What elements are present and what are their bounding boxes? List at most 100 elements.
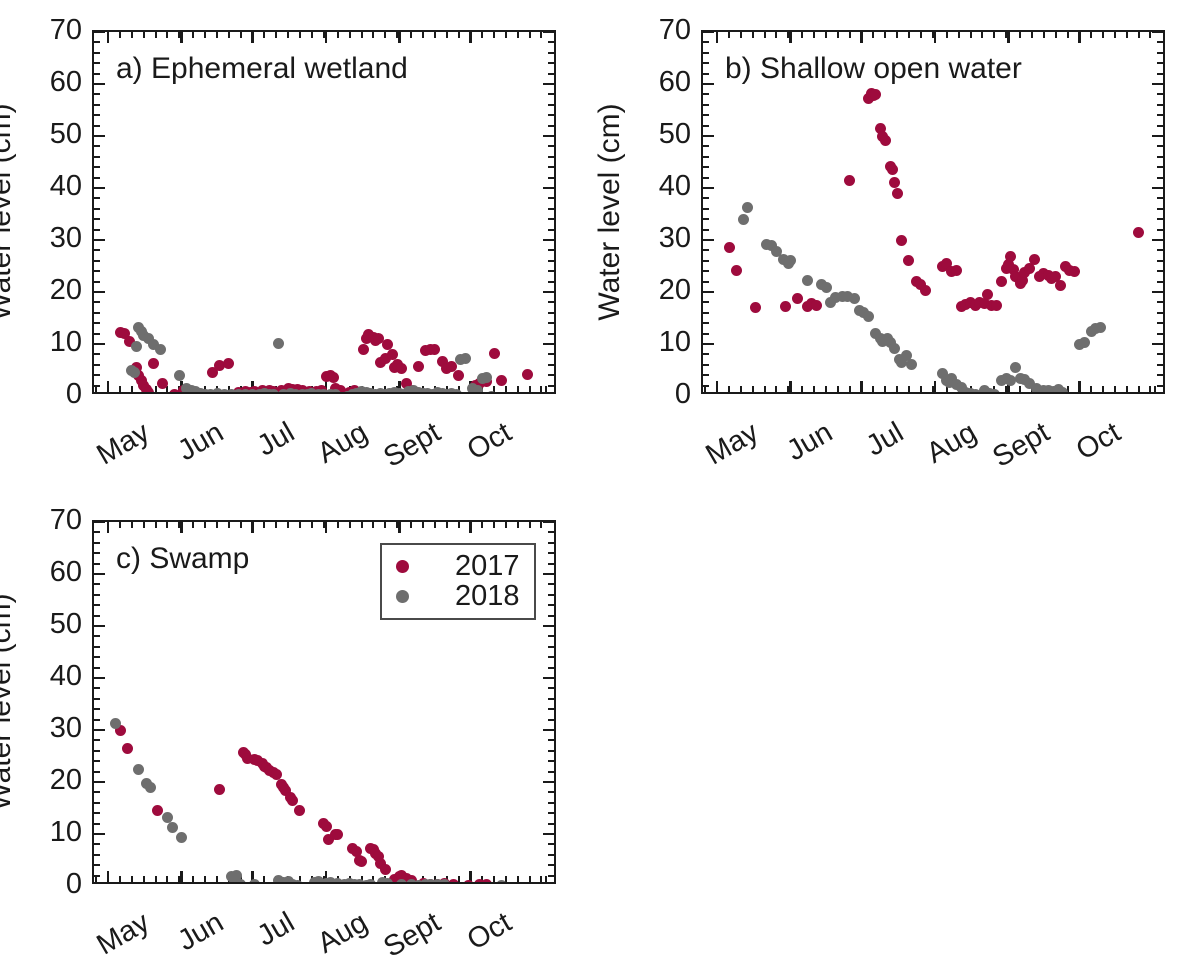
x-axis-tick-label: Jun: [781, 416, 838, 468]
x-axis-major-tick: [180, 871, 183, 882]
x-axis-major-tick: [106, 871, 110, 882]
x-axis-top-minor-tick: [166, 522, 169, 528]
x-axis-top-minor-tick: [1090, 32, 1093, 38]
y-axis-tick-label: 30: [49, 712, 82, 744]
y-axis-right-minor-tick: [1157, 280, 1163, 283]
y-axis-minor-tick: [94, 760, 100, 763]
x-axis-top-major-tick: [860, 32, 863, 43]
y-axis-minor-tick: [94, 562, 100, 565]
data-point-2018: [1078, 337, 1090, 349]
x-axis-minor-tick: [1149, 386, 1152, 392]
y-axis-minor-tick: [94, 666, 100, 669]
data-point-2017: [294, 804, 306, 816]
y-axis-right-minor-tick: [1157, 197, 1163, 200]
y-axis-minor-tick: [94, 708, 100, 711]
x-axis-major-tick: [789, 381, 792, 392]
panel-c-plot-frame: c) Swamp 2017 2018: [92, 520, 556, 884]
y-axis-right-minor-tick: [548, 552, 554, 555]
y-axis-minor-tick: [703, 145, 709, 148]
y-axis-right-minor-tick: [548, 62, 554, 65]
x-axis-top-minor-tick: [493, 32, 496, 38]
y-axis-minor-tick: [703, 228, 709, 231]
data-point-2017: [396, 363, 408, 375]
y-axis-tick-label: 60: [49, 66, 82, 98]
x-axis-minor-tick: [704, 386, 707, 392]
x-axis-tick-label: Oct: [462, 906, 518, 957]
data-point-2017: [792, 292, 804, 304]
y-axis-right-minor-tick: [548, 864, 554, 867]
y-axis-right-minor-tick: [1157, 218, 1163, 221]
y-axis-right-major-tick: [1152, 32, 1163, 34]
y-axis-major-tick: [94, 728, 105, 732]
y-axis-right-major-tick: [543, 522, 554, 524]
x-axis-top-minor-tick: [969, 32, 972, 38]
x-axis-top-minor-tick: [516, 522, 519, 528]
x-axis-major-tick: [715, 381, 719, 392]
y-axis-major-tick: [94, 134, 105, 138]
x-axis-top-minor-tick: [993, 32, 996, 38]
x-axis-minor-tick: [154, 386, 157, 392]
x-axis-top-minor-tick: [422, 522, 425, 528]
y-axis-right-minor-tick: [548, 384, 554, 387]
x-axis-minor-tick: [95, 386, 98, 392]
x-axis-minor-tick: [763, 386, 766, 392]
legend-label-2017: 2017: [455, 549, 520, 582]
y-axis-major-tick: [703, 238, 714, 242]
y-axis-minor-tick: [94, 145, 100, 148]
data-point-2017: [379, 864, 391, 876]
y-axis-minor-tick: [94, 332, 100, 335]
y-axis-tick-label: 50: [658, 118, 691, 150]
data-point-2018: [166, 821, 178, 833]
y-axis-right-minor-tick: [1157, 363, 1163, 366]
x-axis-minor-tick: [1102, 386, 1105, 392]
y-axis-right-major-tick: [1152, 186, 1163, 190]
y-axis-minor-tick: [94, 614, 100, 617]
data-point-2018: [173, 369, 185, 381]
x-axis-tick-label: Jun: [172, 416, 229, 468]
y-axis-minor-tick: [94, 552, 100, 555]
x-axis-minor-tick: [896, 386, 899, 392]
y-axis-tick-label: 70: [49, 14, 82, 46]
y-axis-right-minor-tick: [1157, 353, 1163, 356]
x-axis-minor-tick: [130, 876, 133, 882]
y-axis-minor-tick: [94, 656, 100, 659]
data-point-2017: [121, 742, 133, 754]
y-axis-right-major-tick: [1152, 238, 1163, 242]
x-axis-top-minor-tick: [384, 522, 387, 528]
y-axis-major-tick: [703, 32, 714, 34]
y-axis-right-major-tick: [543, 832, 554, 836]
y-axis-right-minor-tick: [548, 791, 554, 794]
y-axis-right-minor-tick: [1157, 249, 1163, 252]
data-point-2017: [213, 783, 225, 795]
x-axis-minor-tick: [516, 386, 519, 392]
y-axis-right-major-tick: [543, 32, 554, 34]
x-axis-minor-tick: [739, 386, 742, 392]
x-axis-major-tick: [933, 381, 937, 392]
y-axis-major-tick: [94, 290, 105, 294]
x-axis-top-minor-tick: [192, 522, 195, 528]
y-axis-right-minor-tick: [548, 259, 554, 262]
x-axis-top-major-tick: [1007, 32, 1010, 43]
data-point-2017: [1054, 280, 1066, 292]
x-axis-tick-label: Sept: [378, 906, 447, 964]
x-axis-minor-tick: [848, 386, 851, 392]
panel-b-plot-area: [703, 32, 1163, 392]
x-axis-top-minor-tick: [433, 32, 436, 38]
x-axis-minor-tick: [751, 386, 754, 392]
x-axis-top-major-tick: [715, 32, 719, 43]
data-point-2018: [154, 343, 166, 355]
figure-root: Water level (cm) a) Ephemeral wetland 0 1…: [0, 0, 1200, 974]
x-axis-top-minor-tick: [751, 32, 754, 38]
x-axis-top-minor-tick: [336, 522, 339, 528]
x-axis-tick-label: Jul: [251, 906, 300, 953]
y-axis-minor-tick: [94, 280, 100, 283]
x-axis-tick-label: May: [91, 416, 156, 472]
data-point-2017: [157, 377, 169, 389]
y-axis-minor-tick: [94, 853, 100, 856]
y-axis-minor-tick: [94, 822, 100, 825]
y-axis-right-minor-tick: [548, 541, 554, 544]
data-point-2017: [811, 299, 823, 311]
y-axis-tick-label: 40: [658, 170, 691, 202]
x-axis-top-minor-tick: [227, 522, 230, 528]
y-axis-tick-label: 70: [49, 504, 82, 536]
